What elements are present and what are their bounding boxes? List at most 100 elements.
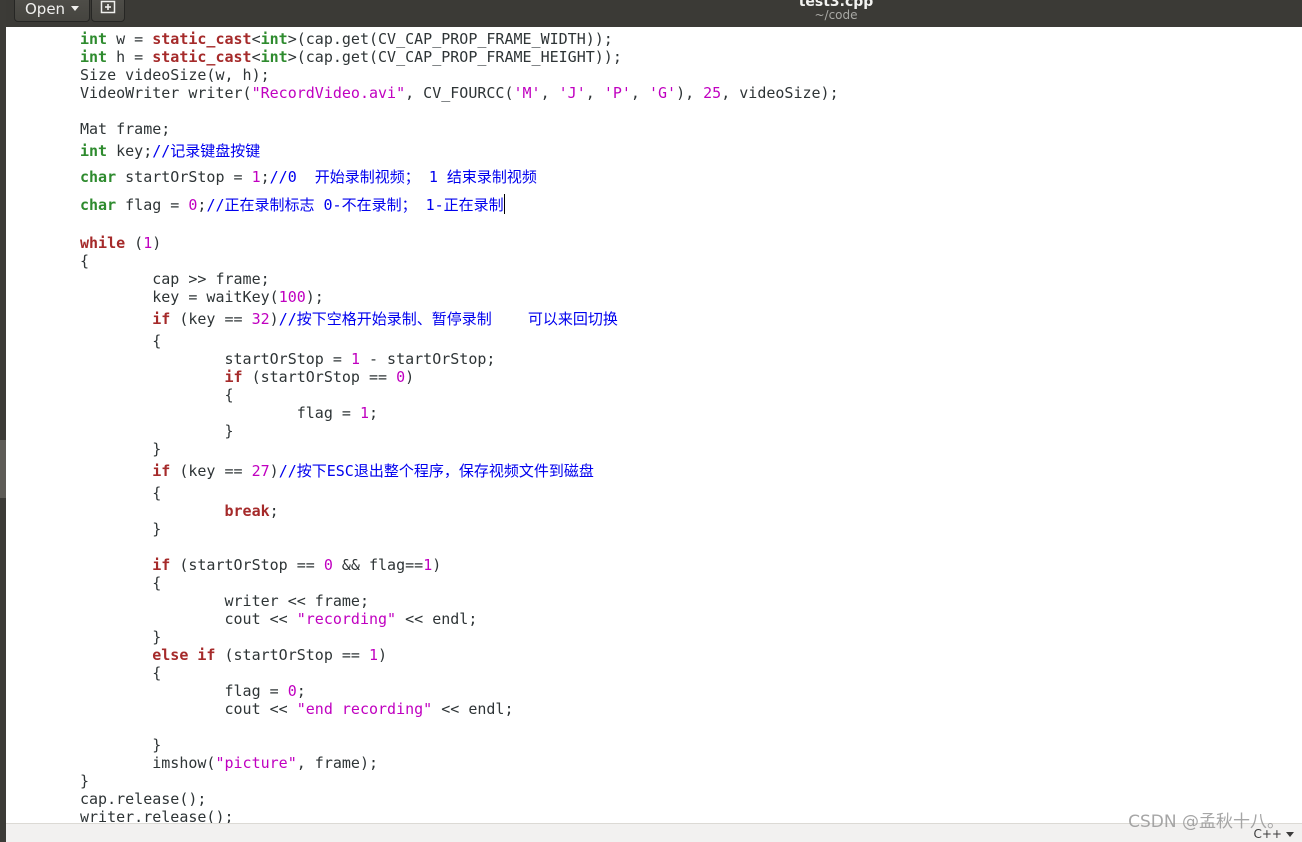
code-editor[interactable]: int w = static_cast<int>(cap.get(CV_CAP_… [6, 27, 1302, 823]
code-token-plain: ), [676, 84, 704, 102]
code-line[interactable]: writer << frame; [80, 592, 369, 610]
code-line[interactable]: { [80, 664, 161, 682]
code-token-plain: ) [152, 234, 162, 252]
code-token-plain: >(cap.get(CV_CAP_PROP_FRAME_HEIGHT)); [287, 48, 622, 66]
code-token-plain: ); [305, 288, 324, 306]
code-token-plain: } [80, 520, 162, 538]
code-line[interactable]: break; [80, 502, 279, 520]
code-line[interactable]: char flag = 0;//正在录制标志 0-不在录制； 1-正在录制 [80, 194, 506, 214]
code-token-plain: < [251, 48, 261, 66]
code-token-plain: , [540, 84, 559, 102]
code-line[interactable]: { [80, 252, 89, 270]
code-line[interactable]: imshow("picture", frame); [80, 754, 378, 772]
code-line[interactable]: Size videoSize(w, h); [80, 66, 270, 84]
code-token-num: 0 [287, 682, 297, 700]
code-line[interactable]: else if (startOrStop == 1) [80, 646, 387, 664]
code-line[interactable]: cout << "recording" << endl; [80, 610, 477, 628]
code-line[interactable]: char startOrStop = 1;//0 开始录制视频； 1 结束录制视… [80, 168, 537, 186]
code-token-plain: flag = [80, 404, 360, 422]
code-line[interactable]: } [80, 772, 89, 790]
code-line[interactable]: { [80, 332, 161, 350]
code-line[interactable]: { [80, 484, 161, 502]
code-line[interactable]: if (key == 32)//按下空格开始录制、暂停录制 可以来回切换 [80, 310, 618, 328]
code-token-kw: if [152, 310, 171, 328]
code-line[interactable]: { [80, 386, 234, 404]
code-token-type: int [80, 48, 108, 66]
text-cursor [503, 194, 506, 214]
code-token-kw: if [152, 556, 171, 574]
code-token-num: 100 [278, 288, 306, 306]
code-token-plain: ) [405, 368, 415, 386]
code-line[interactable]: while (1) [80, 234, 161, 252]
code-line[interactable]: } [80, 628, 161, 646]
code-line[interactable]: int key;//记录键盘按键 [80, 142, 260, 160]
code-token-num: 1 [143, 234, 153, 252]
code-line[interactable]: cap >> frame; [80, 270, 269, 288]
code-line[interactable]: VideoWriter writer("RecordVideo.avi", CV… [80, 84, 839, 102]
code-token-plain: - startOrStop; [359, 350, 496, 368]
code-token-plain: } [80, 628, 162, 646]
code-token-kw: static_cast [152, 48, 252, 66]
code-line[interactable]: if (key == 27)//按下ESC退出整个程序，保存视频文件到磁盘 [80, 462, 594, 480]
code-token-num: 27 [251, 462, 270, 480]
code-line[interactable]: cap.release(); [80, 790, 206, 808]
code-token-plain: Mat frame; [80, 120, 171, 138]
code-token-comment: //按下空格开始录制、暂停录制 可以来回切换 [278, 310, 618, 328]
code-token-plain: (startOrStop == [242, 368, 397, 386]
gedit-window: Open test3.cpp ~/code int w = static_cas… [0, 0, 1302, 842]
code-token-plain: VideoWriter writer( [80, 84, 252, 102]
code-line[interactable]: int h = static_cast<int>(cap.get(CV_CAP_… [80, 48, 622, 66]
code-token-plain: ) [378, 646, 388, 664]
code-token-plain: << endl; [432, 700, 514, 718]
chevron-down-icon [71, 6, 80, 11]
code-token-str: "picture" [215, 754, 297, 772]
code-token-plain: flag = [116, 196, 189, 214]
watermark: CSDN @孟秋十八。 [1128, 812, 1284, 832]
code-line[interactable]: key = waitKey(100); [80, 288, 324, 306]
code-token-num: 32 [251, 310, 270, 328]
code-token-str: 'M' [513, 84, 541, 102]
code-token-str: "end recording" [296, 700, 433, 718]
new-document-button[interactable] [91, 0, 125, 22]
code-token-num: 0 [396, 368, 406, 386]
code-line[interactable]: } [80, 736, 161, 754]
code-token-type: int [80, 142, 108, 160]
code-token-str: 'P' [603, 84, 631, 102]
code-token-plain: startOrStop = [116, 168, 252, 186]
code-line[interactable]: startOrStop = 1 - startOrStop; [80, 350, 495, 368]
code-token-plain: key; [107, 142, 153, 160]
code-token-plain: , CV_FOURCC( [405, 84, 514, 102]
code-token-type: int [80, 30, 108, 48]
code-line[interactable]: Mat frame; [80, 120, 170, 138]
code-token-num: 25 [703, 84, 722, 102]
code-token-plain: w = [107, 30, 153, 48]
code-line[interactable]: { [80, 574, 161, 592]
code-token-kw: if [152, 462, 171, 480]
code-token-kw: else if [152, 646, 216, 664]
code-token-str: 'G' [648, 84, 677, 102]
code-token-plain: ; [260, 168, 270, 186]
code-token-num: 1 [423, 556, 433, 574]
code-token-plain: { [80, 386, 234, 404]
code-line[interactable]: } [80, 440, 161, 458]
code-token-str: 'J' [558, 84, 586, 102]
code-line[interactable]: if (startOrStop == 0 && flag==1) [80, 556, 441, 574]
code-token-type: int [260, 30, 288, 48]
code-line[interactable]: int w = static_cast<int>(cap.get(CV_CAP_… [80, 30, 613, 48]
code-token-plain: { [80, 664, 162, 682]
code-line[interactable]: cout << "end recording" << endl; [80, 700, 514, 718]
open-button-label: Open [25, 0, 66, 18]
code-line[interactable]: writer.release(); [80, 808, 234, 823]
open-button[interactable]: Open [14, 0, 91, 22]
code-token-plain: { [80, 574, 162, 592]
code-line[interactable]: } [80, 520, 161, 538]
code-line[interactable]: } [80, 422, 233, 440]
code-line[interactable]: flag = 1; [80, 404, 378, 422]
code-line[interactable]: flag = 0; [80, 682, 305, 700]
code-token-plain: ) [269, 310, 279, 328]
code-token-plain: cap.release(); [80, 790, 207, 808]
code-line[interactable]: if (startOrStop == 0) [80, 368, 415, 386]
code-token-plain: , [630, 84, 649, 102]
